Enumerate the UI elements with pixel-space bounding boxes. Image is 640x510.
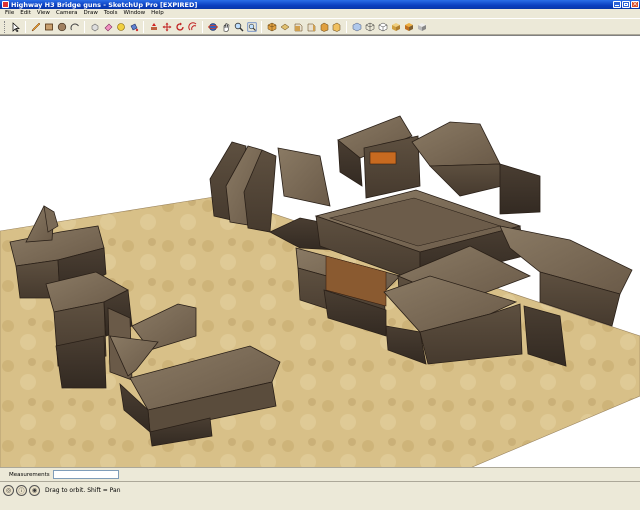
credits-icon[interactable]: ⓘ: [16, 485, 27, 496]
measurements-label: Measurements: [9, 471, 50, 478]
orbit-icon[interactable]: [207, 21, 219, 33]
menu-help[interactable]: Help: [148, 9, 167, 18]
measurements-input[interactable]: [52, 470, 119, 479]
back-view-icon[interactable]: [318, 21, 330, 33]
model-viewport[interactable]: [0, 35, 640, 467]
menu-tools[interactable]: Tools: [101, 9, 121, 18]
offset-icon[interactable]: [187, 21, 199, 33]
zoom-icon[interactable]: [233, 21, 245, 33]
hidden-line-icon[interactable]: [377, 21, 389, 33]
arc-icon[interactable]: [69, 21, 81, 33]
toolbar-separator: [143, 20, 144, 33]
geo-location-icon[interactable]: ◎: [3, 485, 14, 496]
arrow-cursor-icon[interactable]: [10, 21, 22, 33]
maximize-button[interactable]: [622, 1, 630, 8]
toolbar-separator: [25, 20, 26, 33]
menu-view[interactable]: View: [34, 9, 53, 18]
wireframe-icon[interactable]: [364, 21, 376, 33]
menu-camera[interactable]: Camera: [53, 9, 81, 18]
eraser-icon[interactable]: [102, 21, 114, 33]
menu-draw[interactable]: Draw: [81, 9, 101, 18]
title-bar[interactable]: Highway H3 Bridge guns - SketchUp Pro [E…: [0, 0, 640, 9]
right-view-icon[interactable]: [305, 21, 317, 33]
model-scene: [0, 115, 640, 467]
main-toolbar: [0, 18, 640, 35]
menu-bar: File Edit View Camera Draw Tools Window …: [0, 9, 640, 18]
front-view-icon[interactable]: [292, 21, 304, 33]
rectangle-icon[interactable]: [43, 21, 55, 33]
move-icon[interactable]: [161, 21, 173, 33]
pencil-icon[interactable]: [30, 21, 42, 33]
menu-edit[interactable]: Edit: [17, 9, 34, 18]
left-view-icon[interactable]: [331, 21, 343, 33]
component-icon[interactable]: [89, 21, 101, 33]
user-icon[interactable]: ◉: [29, 485, 40, 496]
status-hint: Drag to orbit. Shift = Pan: [45, 487, 121, 494]
shaded-textures-icon[interactable]: [403, 21, 415, 33]
zoom-extents-icon[interactable]: [246, 21, 258, 33]
close-button[interactable]: [631, 1, 639, 8]
status-bar: ◎ ⓘ ◉ Drag to orbit. Shift = Pan: [0, 481, 640, 510]
xray-icon[interactable]: [351, 21, 363, 33]
shaded-icon[interactable]: [390, 21, 402, 33]
window-controls: [613, 1, 639, 8]
paint-bucket-icon[interactable]: [128, 21, 140, 33]
menu-window[interactable]: Window: [120, 9, 148, 18]
toolbar-separator: [346, 20, 347, 33]
tape-measure-icon[interactable]: [115, 21, 127, 33]
top-view-icon[interactable]: [279, 21, 291, 33]
pan-icon[interactable]: [220, 21, 232, 33]
rotate-icon[interactable]: [174, 21, 186, 33]
menu-file[interactable]: File: [2, 9, 17, 18]
iso-view-icon[interactable]: [266, 21, 278, 33]
minimize-button[interactable]: [613, 1, 621, 8]
toolbar-grip[interactable]: [4, 20, 7, 33]
sketchup-window: Highway H3 Bridge guns - SketchUp Pro [E…: [0, 0, 640, 510]
measurements-bar: Measurements: [0, 467, 640, 481]
toolbar-separator: [84, 20, 85, 33]
push-pull-icon[interactable]: [148, 21, 160, 33]
circle-icon[interactable]: [56, 21, 68, 33]
toolbar-separator: [261, 20, 262, 33]
app-icon: [2, 1, 9, 8]
monochrome-icon[interactable]: [416, 21, 428, 33]
toolbar-separator: [202, 20, 203, 33]
window-title: Highway H3 Bridge guns - SketchUp Pro [E…: [11, 0, 198, 9]
